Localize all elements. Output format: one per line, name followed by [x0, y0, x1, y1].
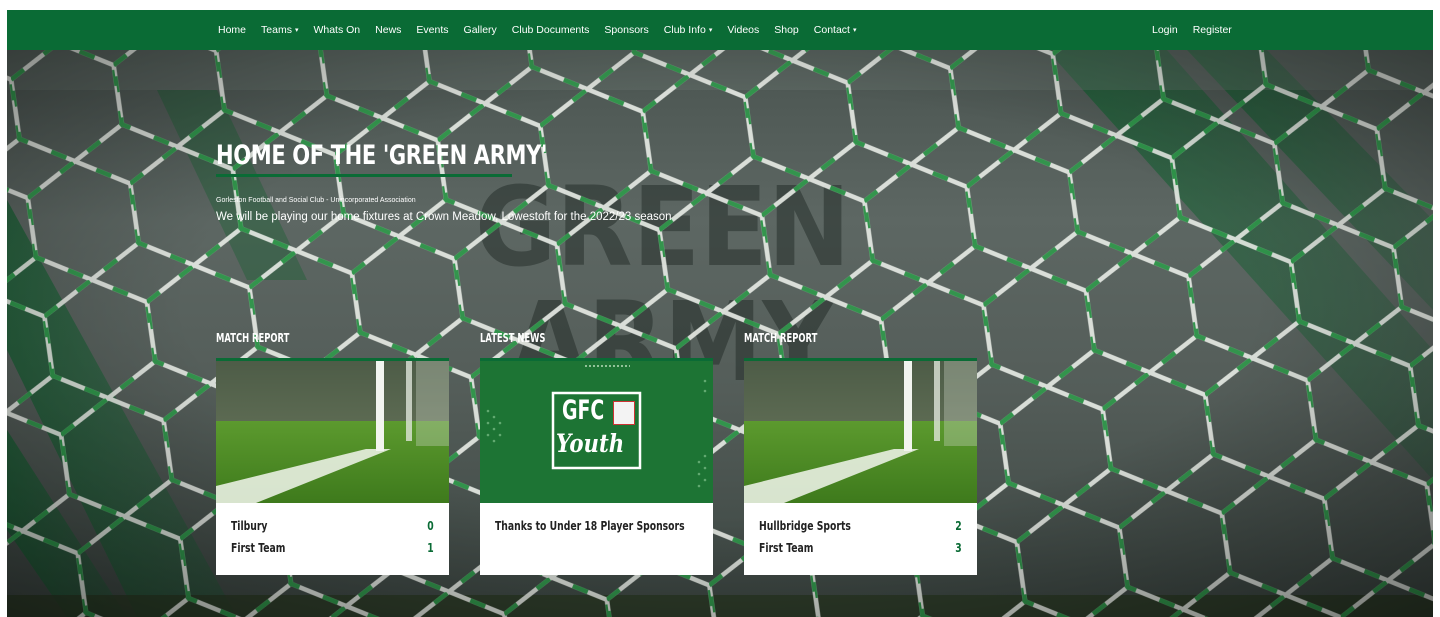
score-row: First Team 1: [231, 540, 434, 555]
score-row: Hullbridge Sports 2: [759, 518, 962, 533]
nav-gallery-label: Gallery: [463, 24, 497, 36]
nav-club-info[interactable]: Club Info ▾: [664, 24, 713, 36]
gfc-logo-text: GFC: [562, 395, 605, 426]
gfc-youth-image: GFC Youth: [480, 361, 713, 503]
nav-news[interactable]: News: [375, 24, 401, 36]
hero-heading: HOME OF THE 'GREEN ARMY': [216, 140, 640, 177]
nav-contact[interactable]: Contact ▾: [814, 24, 857, 36]
nav-sponsors[interactable]: Sponsors: [604, 24, 648, 36]
team-score: 2: [955, 518, 962, 533]
goal-grass-image: [744, 361, 977, 503]
nav-shop[interactable]: Shop: [774, 24, 799, 36]
team-name: First Team: [231, 540, 286, 555]
team-name: Hullbridge Sports: [759, 518, 851, 533]
card-body: Hullbridge Sports 2 First Team 3: [744, 503, 977, 575]
login-label: Login: [1152, 24, 1178, 36]
hero-subtitle: We will be playing our home fixtures at …: [216, 211, 672, 223]
club-legal-name: Gorleston Football and Social Club - Uni…: [216, 197, 416, 204]
nav-videos-label: Videos: [727, 24, 760, 36]
nav-account-menu: Login Register: [1152, 10, 1247, 50]
nav-home-label: Home: [218, 24, 247, 36]
nav-club-info-label: Club Info: [663, 24, 706, 36]
card-label-match-report-2: MATCH REPORT: [744, 331, 818, 345]
page-title: HOME OF THE 'GREEN ARMY': [216, 140, 548, 171]
nav-news-label: News: [375, 24, 402, 36]
nav-teams[interactable]: Teams ▾: [261, 24, 298, 36]
match-report-card-1[interactable]: Tilbury 0 First Team 1: [216, 358, 449, 575]
nav-sponsors-label: Sponsors: [604, 24, 649, 36]
nav-events-label: Events: [416, 24, 449, 36]
score-row: First Team 3: [759, 540, 962, 555]
page-frame: Home Teams ▾ Whats On News Events Gallery…: [7, 10, 1433, 617]
register-label: Register: [1192, 24, 1232, 36]
nav-club-documents[interactable]: Club Documents: [512, 24, 590, 36]
card-body: Tilbury 0 First Team 1: [216, 503, 449, 575]
latest-news-card[interactable]: GFC Youth Thanks to Under 18 Player Spon…: [480, 358, 713, 575]
nav-teams-label: Teams: [261, 24, 292, 36]
club-crest-icon: [613, 401, 635, 425]
card-label-latest-news: LATEST NEWS: [480, 331, 546, 345]
nav-gallery[interactable]: Gallery: [464, 24, 497, 36]
nav-club-documents-label: Club Documents: [511, 24, 590, 36]
team-name: Tilbury: [231, 518, 268, 533]
team-score: 3: [955, 540, 962, 555]
nav-videos[interactable]: Videos: [727, 24, 759, 36]
nav-whats-on[interactable]: Whats On: [313, 24, 360, 36]
team-score: 0: [427, 518, 434, 533]
hero-section: GREEN ARMY HOME OF THE 'GREEN ARMY' Gorl…: [7, 50, 1433, 617]
nav-shop-label: Shop: [774, 24, 799, 36]
nav-left-menu: Home Teams ▾ Whats On News Events Gallery…: [218, 10, 871, 50]
chevron-down-icon: ▾: [294, 27, 299, 34]
title-underline: [216, 174, 512, 177]
main-navigation: Home Teams ▾ Whats On News Events Gallery…: [7, 10, 1433, 50]
nav-home[interactable]: Home: [218, 24, 246, 36]
nav-events[interactable]: Events: [416, 24, 448, 36]
goal-grass-image: [216, 361, 449, 503]
card-body: Thanks to Under 18 Player Sponsors: [480, 503, 713, 575]
team-name: First Team: [759, 540, 814, 555]
nav-contact-label: Contact: [813, 24, 850, 36]
nav-whats-on-label: Whats On: [313, 24, 361, 36]
chevron-down-icon: ▾: [708, 27, 713, 34]
match-report-card-2[interactable]: Hullbridge Sports 2 First Team 3: [744, 358, 977, 575]
news-title: Thanks to Under 18 Player Sponsors: [495, 518, 685, 533]
team-score: 1: [427, 540, 434, 555]
card-label-match-report-1: MATCH REPORT: [216, 331, 290, 345]
chevron-down-icon: ▾: [852, 27, 857, 34]
login-link[interactable]: Login: [1152, 24, 1178, 36]
score-row: Tilbury 0: [231, 518, 434, 533]
register-link[interactable]: Register: [1193, 24, 1232, 36]
youth-logo-text: Youth: [556, 429, 625, 458]
